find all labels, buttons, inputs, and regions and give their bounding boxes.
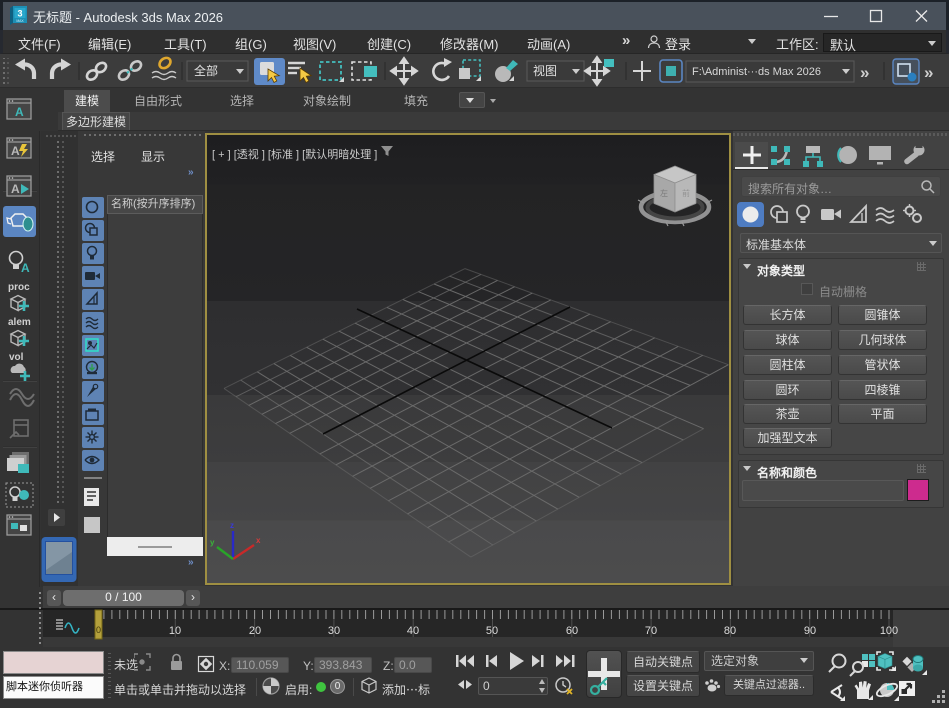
- svg-text:70: 70: [645, 625, 657, 637]
- svg-text:proc: proc: [8, 282, 30, 293]
- svg-text:30: 30: [328, 625, 340, 637]
- svg-text:alem: alem: [8, 317, 31, 328]
- svg-text:»: »: [860, 63, 869, 82]
- svg-text:MAX: MAX: [16, 19, 24, 23]
- svg-text:y: y: [210, 538, 215, 547]
- svg-text:20: 20: [249, 625, 261, 637]
- svg-text:60: 60: [566, 625, 578, 637]
- svg-text:全部: 全部: [194, 63, 218, 78]
- svg-text:视图: 视图: [533, 63, 557, 78]
- svg-text:A: A: [15, 105, 24, 119]
- svg-text:»: »: [924, 63, 933, 82]
- svg-text:A: A: [11, 182, 20, 196]
- svg-text:vol: vol: [9, 352, 24, 363]
- svg-text:F:\Administ···ds Max 2026: F:\Administ···ds Max 2026: [692, 66, 821, 78]
- svg-text:90: 90: [804, 625, 816, 637]
- svg-text:10: 10: [169, 625, 181, 637]
- svg-text:z: z: [230, 521, 234, 530]
- svg-text:A: A: [21, 261, 30, 275]
- svg-text:左: 左: [660, 188, 668, 198]
- svg-text:40: 40: [407, 625, 419, 637]
- svg-text:x: x: [256, 536, 261, 545]
- svg-text:0: 0: [96, 625, 101, 635]
- svg-text:50: 50: [486, 625, 498, 637]
- svg-text:A: A: [11, 144, 20, 158]
- svg-text:3: 3: [17, 9, 22, 19]
- svg-text:前: 前: [682, 188, 690, 198]
- svg-text:100: 100: [880, 625, 898, 637]
- svg-text:80: 80: [724, 625, 736, 637]
